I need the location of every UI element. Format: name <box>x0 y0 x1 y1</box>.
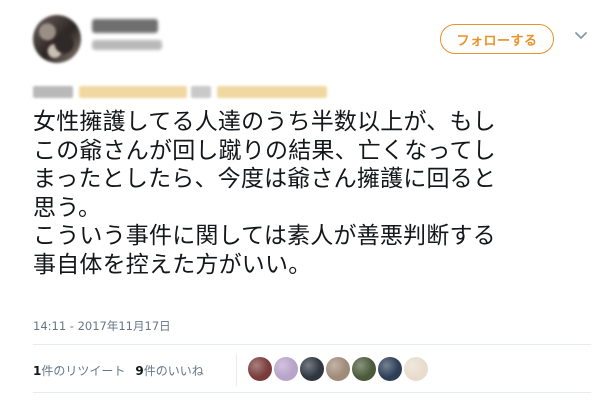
tweet-text: 女性擁護してる人達のうち半数以上が、もし この爺さんが回し蹴りの結果、亡くなって… <box>33 109 497 278</box>
tweet-stats: 1件のリツイート 9件のいいね <box>33 362 204 379</box>
liker-avatar-4[interactable] <box>326 357 350 381</box>
divider-top <box>33 344 591 345</box>
user-display-name-redacted[interactable] <box>92 19 158 33</box>
follow-button[interactable]: フォローする <box>440 24 554 54</box>
divider-bottom <box>33 392 591 393</box>
liker-avatars <box>248 357 428 381</box>
like-label: 件のいいね <box>143 364 204 378</box>
like-count: 9 <box>135 364 144 378</box>
retweet-label: 件のリツイート <box>41 364 126 378</box>
reply-to-redacted <box>33 86 343 98</box>
liker-avatar-7[interactable] <box>404 357 428 381</box>
user-avatar[interactable] <box>33 15 81 63</box>
liker-avatar-5[interactable] <box>352 357 376 381</box>
liker-avatar-3[interactable] <box>300 357 324 381</box>
user-handle-redacted[interactable] <box>92 40 162 50</box>
liker-avatar-6[interactable] <box>378 357 402 381</box>
like-stat[interactable]: 9件のいいね <box>135 362 203 379</box>
retweet-stat[interactable]: 1件のリツイート <box>33 362 125 379</box>
stats-separator <box>236 354 237 386</box>
chevron-down-icon[interactable] <box>574 31 588 41</box>
tweet-timestamp[interactable]: 14:11 - 2017年11月17日 <box>33 318 171 334</box>
liker-avatar-1[interactable] <box>248 357 272 381</box>
liker-avatar-2[interactable] <box>274 357 298 381</box>
